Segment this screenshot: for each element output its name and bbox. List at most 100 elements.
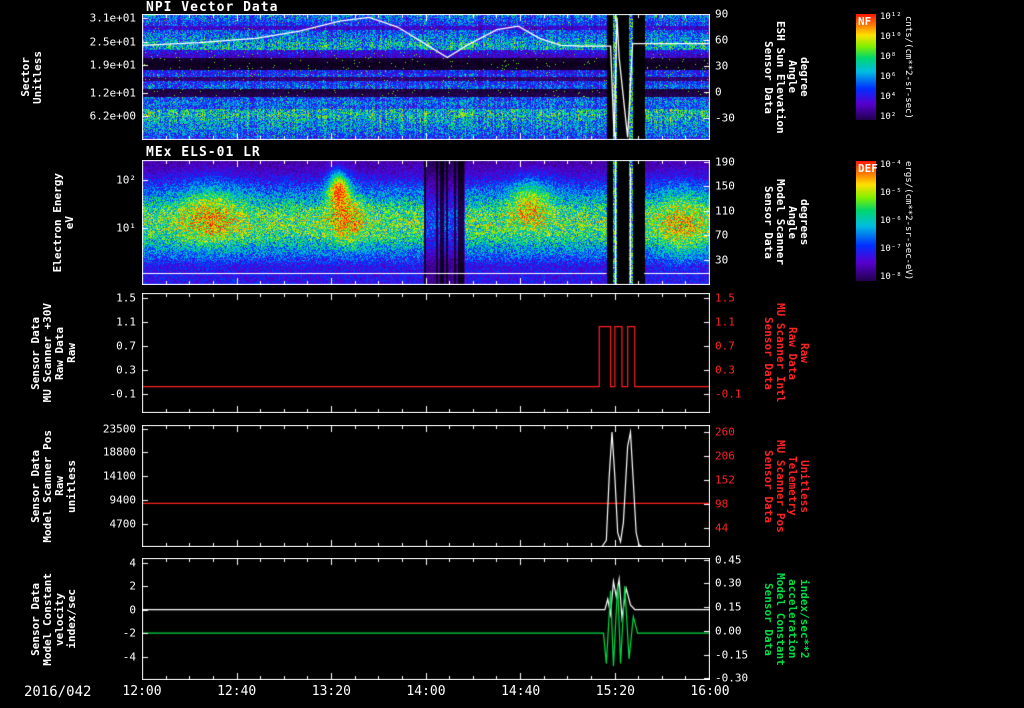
time-tick-label: 14:00 xyxy=(406,684,445,699)
npi-spectrogram xyxy=(142,14,710,140)
tick-label: 10¹² xyxy=(880,12,902,22)
right-label-line: Sensor Data xyxy=(762,450,774,523)
tick-label: 1.2e+01 xyxy=(90,86,136,99)
colorbar-def-units: ergs/(cm**2-sr-sec-eV) xyxy=(903,161,913,281)
time-tick-label: 14:40 xyxy=(501,684,540,699)
tick-label: 150 xyxy=(715,180,735,193)
science-multipanel-plot: NPI Vector Data Sector Unitless 3.1e+01 2… xyxy=(0,0,1024,708)
right-label-line: Sensor Data xyxy=(762,583,774,656)
tick-label: 0.00 xyxy=(715,624,742,637)
right-label-line: Model Scanner xyxy=(774,179,786,265)
tick-label: 260 xyxy=(715,426,735,439)
tick-label: 2.5e+01 xyxy=(90,35,136,48)
tick-label: 152 xyxy=(715,473,735,486)
colorbar-nf-units: cnts/(cm**2-sr-sec) xyxy=(903,14,913,120)
panel-els-right-ticks: 1901501107030 xyxy=(713,160,759,285)
tick-label: 10⁻⁷ xyxy=(880,244,902,254)
mu-scanner-raw-plot xyxy=(142,293,710,413)
tick-label: 4 xyxy=(129,556,136,569)
time-tick-label: 12:00 xyxy=(122,684,161,699)
time-tick-label: 15:20 xyxy=(596,684,635,699)
time-axis-labels: 12:0012:4013:2014:0014:4015:2016:00 xyxy=(0,684,1024,704)
right-label-line: MU Scanner Pos xyxy=(774,440,786,533)
tick-label: 9400 xyxy=(110,494,137,507)
tick-label: 10⁻⁴ xyxy=(880,160,902,170)
tick-label: 14100 xyxy=(103,470,136,483)
right-label-line: Unitless xyxy=(798,460,810,513)
tick-label: 10² xyxy=(116,174,136,187)
panel-els-left-ticks: 10² 10¹ xyxy=(70,160,138,285)
tick-label: 98 xyxy=(715,497,728,510)
tick-label: 10⁻⁶ xyxy=(880,216,902,226)
panel-npi-left-ticks: 3.1e+01 2.5e+01 1.9e+01 1.2e+01 6.2e+00 xyxy=(70,14,138,140)
tick-label: 0.15 xyxy=(715,601,742,614)
tick-label: 0.3 xyxy=(116,363,136,376)
tick-label: 110 xyxy=(715,204,735,217)
tick-label: -30 xyxy=(715,112,735,125)
tick-label: 10⁶ xyxy=(880,72,896,82)
colorbar-units-text: ergs/(cm**2-sr-sec-eV) xyxy=(903,161,913,280)
panel-els-right-label: Sensor Data Model Scanner Angle degrees xyxy=(762,160,810,285)
right-label-line: Sensor Data xyxy=(762,41,774,114)
model-constant-plot xyxy=(142,558,710,680)
panel-npi-right-label: Sensor Data ESH Sun Elevation Angle degr… xyxy=(762,14,810,140)
panel-els-title: MEx ELS-01 LR xyxy=(146,145,261,160)
right-label-line: degree xyxy=(798,57,810,97)
tick-label: 3.1e+01 xyxy=(90,11,136,24)
tick-label: 0.3 xyxy=(715,363,735,376)
panel5-right-ticks: 0.450.300.150.00-0.15-0.30 xyxy=(713,558,759,680)
tick-label: 30 xyxy=(715,253,728,266)
panel4-left-ticks: 23500188001410094004700 xyxy=(70,425,138,547)
tick-label: 1.1 xyxy=(715,315,735,328)
tick-label: -0.1 xyxy=(715,387,742,400)
tick-label: 4700 xyxy=(110,518,137,531)
tick-label: 2 xyxy=(129,580,136,593)
colorbar-def-ticks: 10⁻⁴ 10⁻⁵ 10⁻⁶ 10⁻⁷ 10⁻⁸ xyxy=(878,161,904,281)
tick-label: 0.30 xyxy=(715,577,742,590)
scanner-pos-plot xyxy=(142,425,710,547)
panel4-right-label: Sensor Data MU Scanner Pos Telemetry Uni… xyxy=(762,425,810,547)
tick-label: -2 xyxy=(123,627,136,640)
right-label-line: Angle xyxy=(786,206,798,239)
right-label-line: Angle xyxy=(786,60,798,93)
tick-label: 1.9e+01 xyxy=(90,59,136,72)
tick-label: 6.2e+00 xyxy=(90,109,136,122)
colorbar-nf-ticks: 10¹²10¹⁰10⁸10⁶10⁴10² xyxy=(878,14,904,120)
panel4-right-ticks: 260 206 152 98 44 xyxy=(713,425,759,547)
tick-label: 0 xyxy=(129,603,136,616)
tick-label: -0.15 xyxy=(715,648,748,661)
colorbar-units-text: cnts/(cm**2-sr-sec) xyxy=(903,16,913,119)
right-label-line: Raw Data xyxy=(786,327,798,380)
colorbar-def xyxy=(856,161,876,281)
right-label-line: MU Scanner Intl xyxy=(774,303,786,402)
tick-label: 10¹⁰ xyxy=(880,32,902,42)
tick-label: 0.7 xyxy=(116,339,136,352)
tick-label: 206 xyxy=(715,449,735,462)
colorbar-nf-label: NF xyxy=(858,15,871,28)
right-label-line: Raw xyxy=(798,343,810,363)
right-label-line: index/sec**2 xyxy=(798,579,810,658)
tick-label: 1.5 xyxy=(715,291,735,304)
tick-label: 190 xyxy=(715,155,735,168)
panel-npi-ylabel: Sector Unitless xyxy=(20,14,44,140)
right-label-line: Sensor Data xyxy=(762,317,774,390)
time-tick-label: 16:00 xyxy=(690,684,729,699)
tick-label: 10⁻⁵ xyxy=(880,188,902,198)
panel3-left-ticks: 1.51.10.70.3-0.1 xyxy=(70,293,138,413)
tick-label: 1.5 xyxy=(116,291,136,304)
tick-label: 10⁻⁸ xyxy=(880,272,902,282)
right-label-line: ESH Sun Elevation xyxy=(774,21,786,134)
panel-npi-right-ticks: 9060300-30 xyxy=(713,14,759,140)
tick-label: 10¹ xyxy=(116,222,136,235)
panel-npi-title: NPI Vector Data xyxy=(146,0,278,15)
tick-label: 70 xyxy=(715,229,728,242)
right-label-line: Model Constant xyxy=(774,573,786,666)
tick-label: 23500 xyxy=(103,422,136,435)
panel5-right-label: Sensor Data Model Constant acceleration … xyxy=(762,558,810,680)
right-label-line: degrees xyxy=(798,199,810,245)
colorbar-nf xyxy=(856,14,876,120)
tick-label: 1.1 xyxy=(116,315,136,328)
tick-label: 10⁸ xyxy=(880,52,896,62)
tick-label: 0.7 xyxy=(715,339,735,352)
tick-label: 44 xyxy=(715,521,728,534)
